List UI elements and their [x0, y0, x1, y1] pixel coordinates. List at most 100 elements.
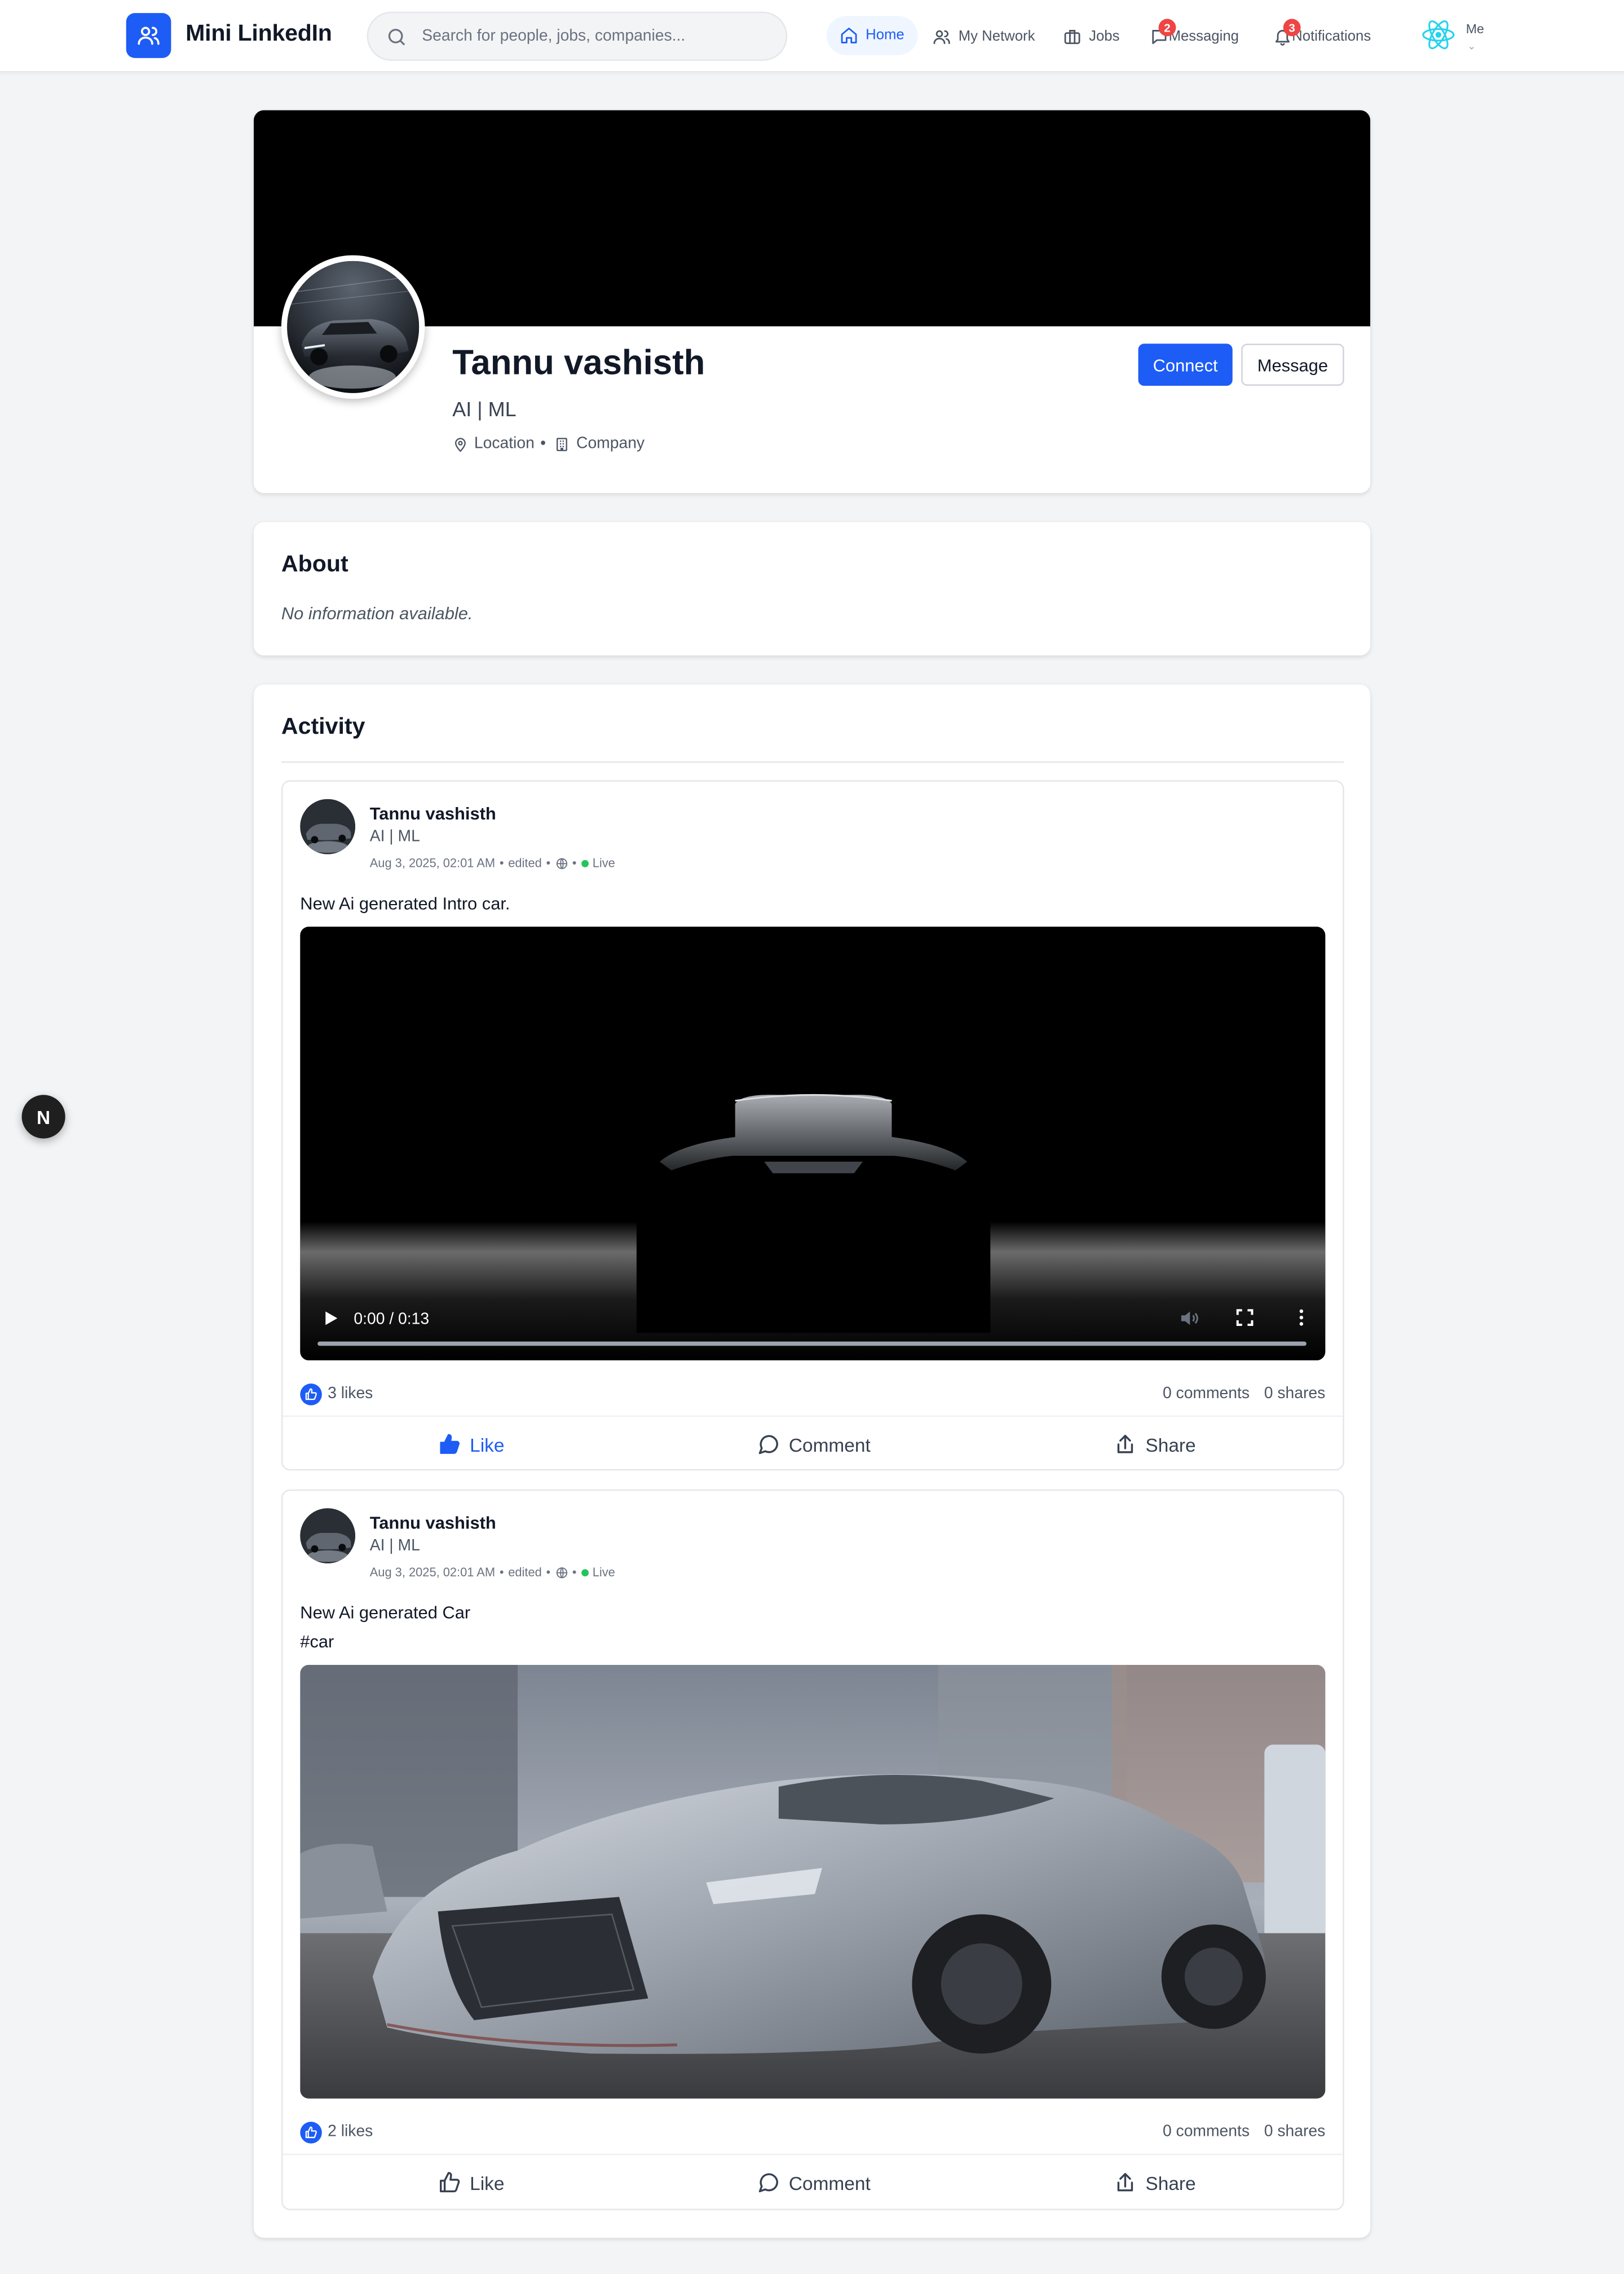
post-image[interactable]	[300, 1665, 1326, 2099]
comment-label: Comment	[788, 2171, 871, 2194]
video-time: 0:00 / 0:13	[354, 1311, 430, 1329]
profile-name: Tannu vashisth	[452, 343, 705, 383]
comments-count[interactable]: 0 comments	[1163, 1385, 1250, 1403]
nav-notifications[interactable]: Notifications 3	[1273, 19, 1371, 52]
nav-messaging-label: Messaging	[1168, 28, 1239, 45]
likes-count[interactable]: 3 likes	[328, 1385, 373, 1403]
post-meta: Aug 3, 2025, 02:01 AM • edited • • Live	[369, 1565, 615, 1580]
thumbs-up-icon	[439, 2172, 460, 2193]
post-stats: 3 likes 0 comments 0 shares	[300, 1381, 1325, 1409]
comment-label: Comment	[788, 1433, 871, 1456]
building-icon	[557, 437, 568, 451]
search-input[interactable]	[419, 13, 775, 60]
post-video[interactable]: 0:00 / 0:13	[300, 927, 1326, 1360]
profile-headline: AI | ML	[452, 397, 517, 421]
post-text-line: New Ai generated Car	[300, 1602, 471, 1623]
post-edited: edited	[508, 1565, 542, 1580]
notifications-badge: 3	[1283, 19, 1301, 37]
thumbs-up-filled-icon	[440, 1434, 460, 1454]
profile-meta: Location • Company	[452, 435, 645, 452]
live-status-dot	[581, 1568, 588, 1576]
post-author-name[interactable]: Tannu vashisth	[370, 1513, 496, 1533]
post-text: New Ai generated Car #car	[300, 1598, 470, 1656]
globe-icon	[555, 1566, 567, 1578]
post-author-avatar[interactable]	[300, 1508, 355, 1563]
share-button[interactable]: Share	[1114, 1417, 1196, 1472]
comment-icon	[758, 2173, 778, 2193]
search-icon	[386, 26, 408, 55]
cover-banner	[254, 110, 1370, 327]
post-date: Aug 3, 2025, 02:01 AM	[369, 856, 496, 870]
globe-icon	[555, 857, 567, 869]
about-title: About	[281, 552, 348, 578]
profile-location: Location	[474, 435, 535, 453]
dev-tools-badge[interactable]: N	[21, 1095, 65, 1139]
like-button[interactable]: Like	[438, 2155, 504, 2210]
top-navbar: Mini LinkedIn Home My Network Jobs Messa…	[0, 0, 1624, 73]
comment-button[interactable]: Comment	[757, 1417, 871, 1472]
connect-button[interactable]: Connect	[1138, 343, 1233, 386]
video-controls: 0:00 / 0:13	[300, 1288, 1325, 1360]
post-card: Tannu vashisth AI | ML Aug 3, 2025, 02:0…	[281, 1489, 1344, 2210]
post-stats: 2 likes 0 comments 0 shares	[300, 2119, 1325, 2148]
post-text: New Ai generated Intro car.	[300, 889, 510, 918]
post-author-headline: AI | ML	[369, 1537, 420, 1555]
post-card: Tannu vashisth AI | ML Aug 3, 2025, 02:0…	[281, 780, 1344, 1472]
video-progress-bar[interactable]	[317, 1341, 1307, 1346]
share-button[interactable]: Share	[1114, 2155, 1196, 2210]
react-logo-avatar-icon	[1422, 20, 1455, 50]
dev-badge-letter: N	[37, 1105, 51, 1128]
post-author-name[interactable]: Tannu vashisth	[370, 804, 496, 824]
chevron-down-icon: ⌄	[1467, 42, 1476, 52]
logo-users-icon[interactable]	[126, 13, 171, 58]
likes-count[interactable]: 2 likes	[328, 2123, 373, 2141]
live-status-dot	[581, 859, 588, 867]
share-icon	[1117, 2172, 1133, 2192]
nav-messaging[interactable]: Messaging 2	[1150, 19, 1239, 52]
nav-jobs[interactable]: Jobs	[1063, 20, 1120, 52]
post-hashtag[interactable]: #car	[300, 1627, 470, 1656]
activity-card: Activity Tannu vashisth AI | ML Aug 3, 2…	[254, 684, 1370, 2238]
nav-my-network[interactable]: My Network	[932, 20, 1035, 52]
me-menu[interactable]: Me ⌄	[1421, 15, 1494, 58]
profile-card: Tannu vashisth AI | ML Location • Compan…	[254, 110, 1370, 493]
post-actions: Like Comment Share	[283, 1415, 1343, 1472]
thumbs-up-badge-icon	[300, 2122, 322, 2144]
shares-count[interactable]: 0 shares	[1264, 2123, 1326, 2141]
briefcase-icon	[1064, 29, 1080, 43]
message-button[interactable]: Message	[1241, 343, 1344, 386]
shares-count[interactable]: 0 shares	[1264, 1385, 1326, 1403]
post-author-avatar[interactable]	[300, 799, 355, 854]
about-text: No information available.	[281, 603, 473, 624]
play-icon[interactable]	[320, 1308, 341, 1328]
post-meta: Aug 3, 2025, 02:01 AM • edited • • Live	[369, 856, 615, 870]
brand-name[interactable]: Mini LinkedIn	[186, 22, 332, 48]
post-author-headline: AI | ML	[369, 828, 420, 846]
fullscreen-icon[interactable]	[1234, 1307, 1256, 1329]
thumbs-up-badge-icon	[300, 1383, 322, 1405]
more-vertical-icon[interactable]	[1291, 1307, 1313, 1329]
activity-title: Activity	[281, 715, 365, 740]
like-button[interactable]: Like	[438, 1417, 505, 1472]
about-card: About No information available.	[254, 522, 1370, 656]
profile-company: Company	[576, 435, 645, 453]
like-label: Like	[470, 1433, 505, 1456]
post-text-line: New Ai generated Intro car.	[300, 893, 510, 914]
post-date: Aug 3, 2025, 02:01 AM	[369, 1565, 496, 1580]
meta-separator: •	[540, 435, 546, 453]
comment-button[interactable]: Comment	[757, 2155, 871, 2210]
profile-avatar[interactable]	[281, 255, 425, 399]
volume-muted-icon[interactable]	[1177, 1307, 1201, 1330]
search-bar[interactable]	[367, 11, 788, 61]
nav-jobs-label: Jobs	[1089, 28, 1120, 45]
post-status: Live	[592, 856, 615, 870]
comments-count[interactable]: 0 comments	[1163, 2123, 1250, 2141]
nav-home[interactable]: Home	[826, 16, 917, 55]
nav-home-label: Home	[866, 27, 904, 44]
home-icon	[841, 28, 857, 43]
me-label: Me	[1466, 21, 1484, 37]
share-label: Share	[1145, 1433, 1196, 1456]
network-icon	[933, 29, 950, 43]
share-label: Share	[1145, 2171, 1196, 2194]
messaging-badge: 2	[1158, 19, 1176, 37]
